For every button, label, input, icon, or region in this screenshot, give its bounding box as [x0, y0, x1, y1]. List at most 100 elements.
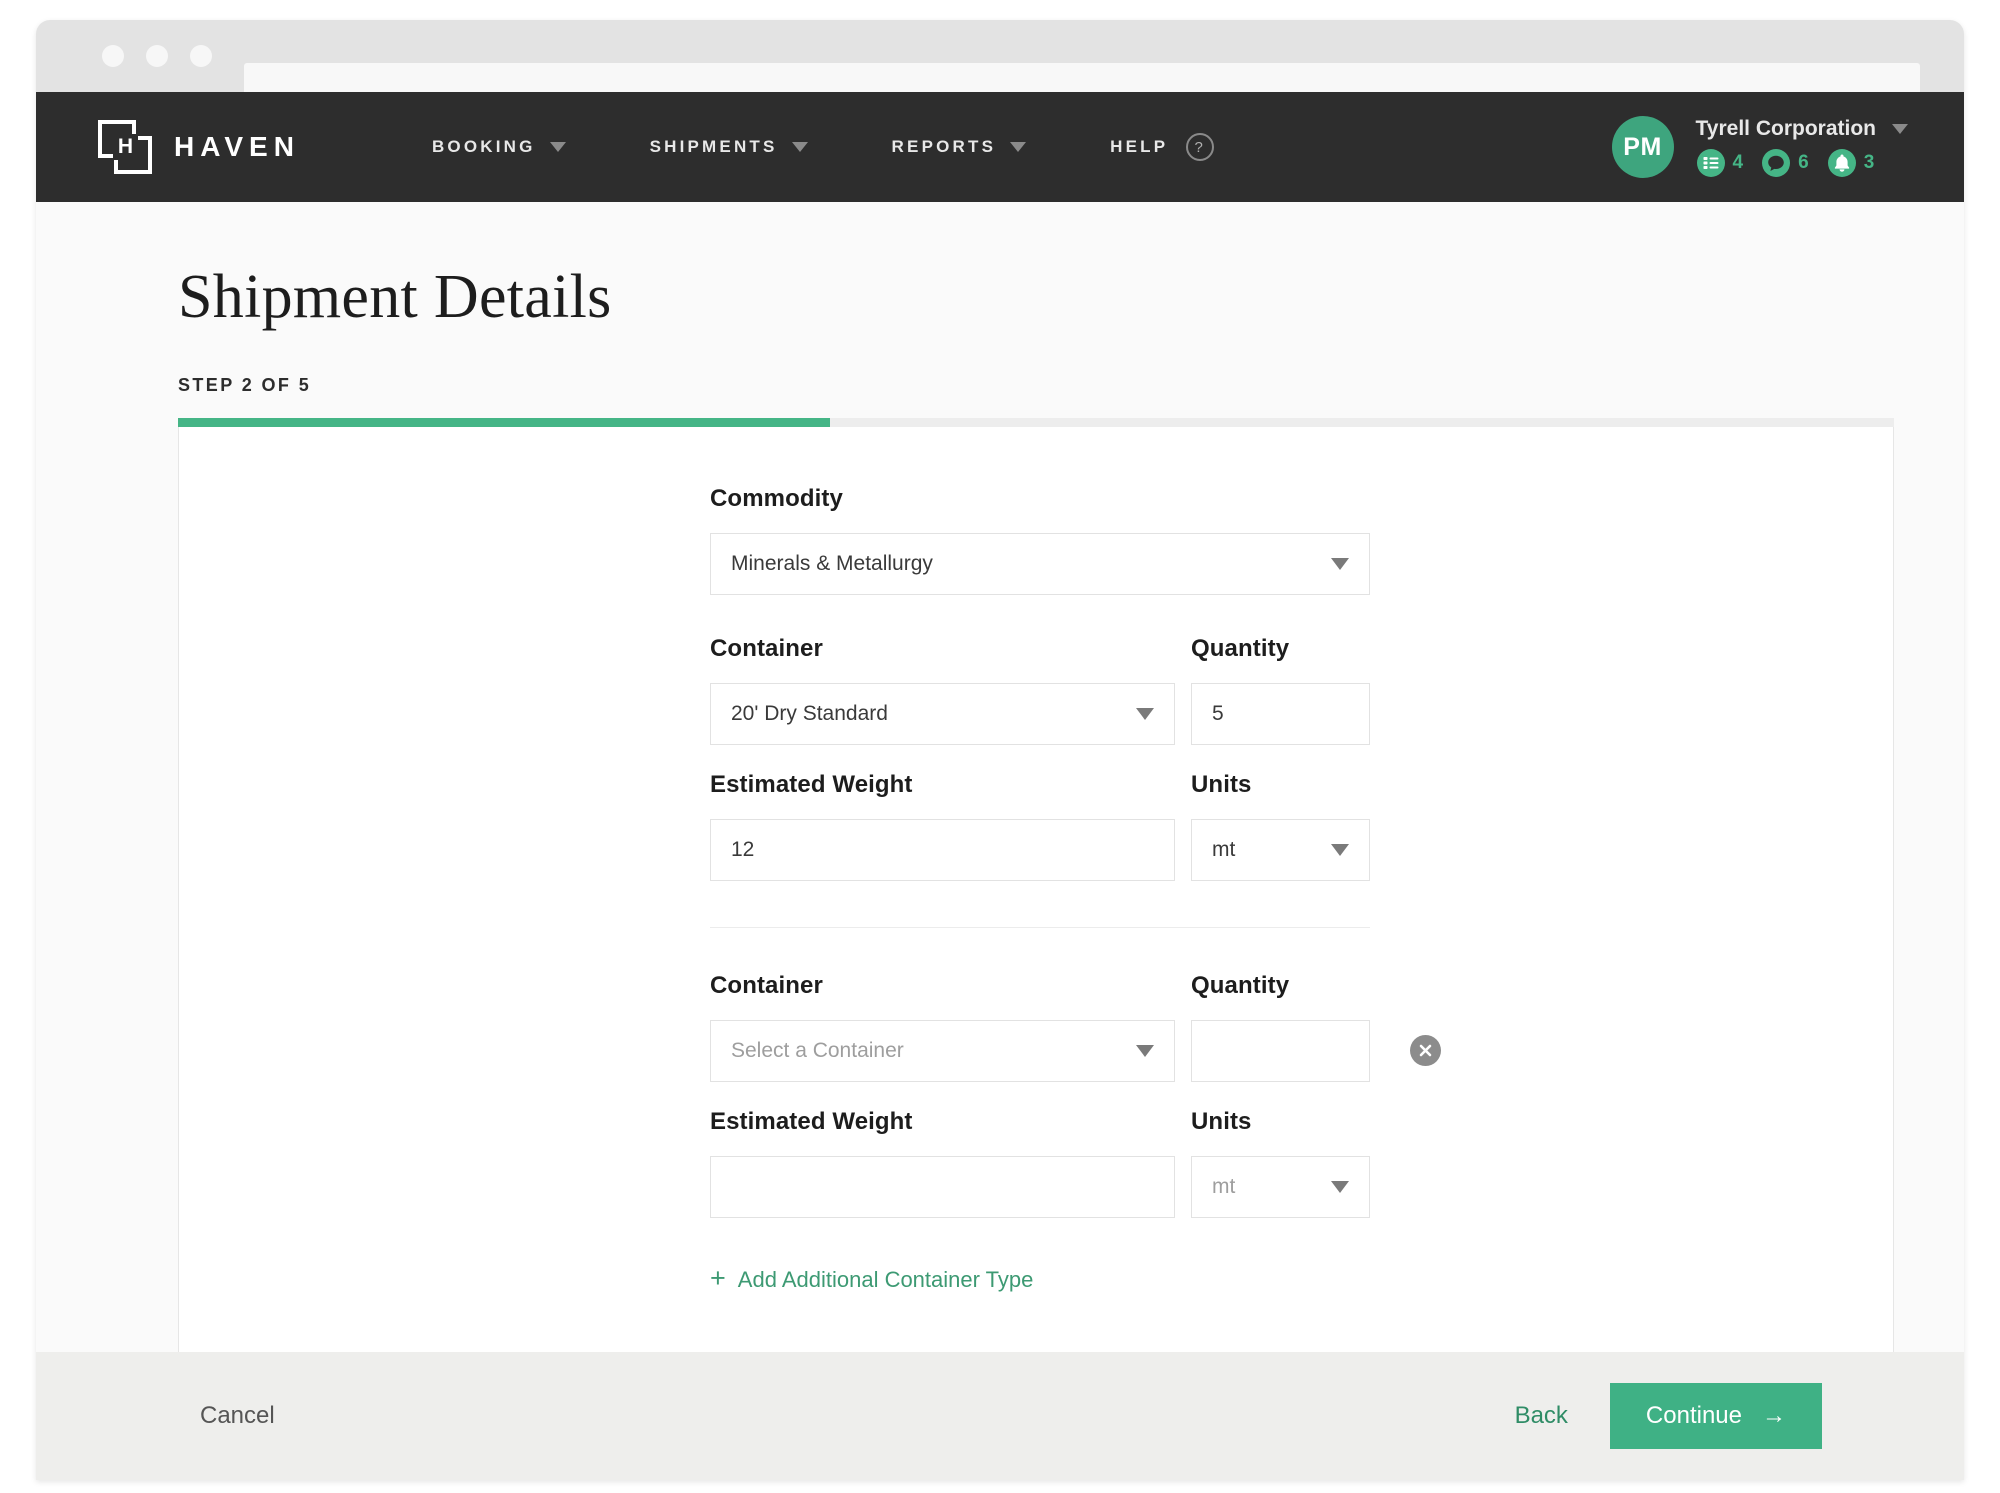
- add-container-type-link[interactable]: + Add Additional Container Type: [710, 1263, 1370, 1293]
- container-group-1: Container 20' Dry Standard Quantity 5 Es…: [710, 635, 1370, 881]
- units-select-1[interactable]: mt: [1191, 819, 1370, 881]
- nav-item-shipments-label: SHIPMENTS: [649, 137, 778, 156]
- back-button[interactable]: Back: [1515, 1402, 1568, 1430]
- nav-item-shipments[interactable]: SHIPMENTS: [608, 137, 850, 157]
- window-controls: [102, 45, 212, 67]
- cancel-button[interactable]: Cancel: [200, 1402, 275, 1430]
- field-units-2: Units mt: [1191, 1108, 1370, 1218]
- container-label-2: Container: [710, 972, 823, 999]
- chevron-down-icon: [1331, 844, 1349, 856]
- bell-icon: [1827, 148, 1856, 177]
- weight-value-1: 12: [731, 838, 755, 861]
- field-units-1: Units mt: [1191, 771, 1370, 881]
- container-label-1: Container: [710, 635, 823, 662]
- units-value-1: mt: [1212, 838, 1236, 861]
- container-value-1: 20' Dry Standard: [731, 702, 888, 725]
- quantity-label-1: Quantity: [1191, 635, 1290, 662]
- nav-item-help[interactable]: HELP ?: [1068, 133, 1256, 161]
- brand-logo[interactable]: H HAVEN: [98, 120, 300, 174]
- commodity-select[interactable]: Minerals & Metallurgy: [710, 533, 1370, 595]
- quantity-input-2[interactable]: [1191, 1020, 1370, 1082]
- chevron-down-icon: [1136, 1045, 1154, 1057]
- commodity-label: Commodity: [710, 485, 843, 512]
- question-mark-icon: ?: [1186, 133, 1215, 161]
- badge-messages[interactable]: 6: [1761, 148, 1809, 178]
- continue-button-label: Continue: [1645, 1402, 1742, 1429]
- page-title: Shipment Details: [178, 263, 612, 331]
- form-footer: Cancel Back Continue →: [36, 1352, 1964, 1480]
- field-commodity: Commodity Minerals & Metallurgy: [710, 485, 1370, 595]
- badge-alerts[interactable]: 3: [1827, 148, 1875, 178]
- progress-bar-fill: [178, 418, 831, 427]
- badge-messages-count: 6: [1798, 151, 1809, 173]
- weight-units-row-1: Estimated Weight 12 Units mt: [710, 771, 1370, 881]
- haven-logo-icon: H: [98, 120, 152, 174]
- nav-item-booking[interactable]: BOOKING: [390, 137, 608, 157]
- maximize-window-dot[interactable]: [190, 45, 212, 67]
- brand-name: HAVEN: [174, 131, 300, 162]
- avatar[interactable]: PM: [1611, 116, 1674, 178]
- field-weight-1: Estimated Weight 12: [710, 771, 1175, 881]
- weight-label-2: Estimated Weight: [710, 1108, 913, 1135]
- container-quantity-row-2: Container Select a Container Quantity: [710, 972, 1441, 1082]
- nav-item-booking-label: BOOKING: [431, 137, 536, 156]
- plus-icon: +: [710, 1263, 726, 1293]
- arrow-right-icon: →: [1762, 1402, 1786, 1429]
- chevron-down-icon: [1331, 1181, 1349, 1193]
- continue-button[interactable]: Continue →: [1609, 1383, 1822, 1449]
- list-icon: [1696, 148, 1725, 177]
- badge-alerts-count: 3: [1863, 151, 1875, 173]
- field-container-2: Container Select a Container: [710, 972, 1175, 1082]
- browser-window: H HAVEN BOOKING SHIPMENTS REPORTS HELP ?: [36, 20, 1964, 1480]
- units-label-2: Units: [1191, 1108, 1252, 1135]
- units-value-2: mt: [1212, 1175, 1236, 1198]
- quantity-input-1[interactable]: 5: [1191, 683, 1370, 745]
- container-select-2[interactable]: Select a Container: [710, 1020, 1175, 1082]
- chevron-down-icon: [1331, 558, 1349, 570]
- page-body: Shipment Details STEP 2 OF 5 Commodity M…: [36, 202, 1964, 1480]
- chevron-down-icon: [549, 142, 566, 152]
- add-container-type-label: Add Additional Container Type: [737, 1266, 1034, 1292]
- step-indicator: STEP 2 OF 5: [178, 375, 312, 395]
- close-icon: [1419, 1044, 1432, 1057]
- chevron-down-icon: [791, 142, 808, 152]
- top-navigation: H HAVEN BOOKING SHIPMENTS REPORTS HELP ?: [36, 92, 1964, 202]
- weight-label-1: Estimated Weight: [710, 771, 913, 798]
- field-quantity-1: Quantity 5: [1191, 635, 1370, 745]
- container-group-2: Container Select a Container Quantity Es…: [710, 972, 1441, 1218]
- progress-bar: [178, 418, 1894, 427]
- units-select-2[interactable]: mt: [1191, 1156, 1370, 1218]
- close-window-dot[interactable]: [102, 45, 124, 67]
- remove-container-button-2[interactable]: [1410, 1035, 1441, 1066]
- badge-tasks-count: 4: [1732, 151, 1744, 173]
- org-name: Tyrell Corporation: [1695, 116, 1876, 140]
- account-details: Tyrell Corporation 4 6 3: [1696, 117, 1908, 178]
- minimize-window-dot[interactable]: [146, 45, 168, 67]
- chevron-down-icon: [1892, 123, 1908, 134]
- container-select-1[interactable]: 20' Dry Standard: [710, 683, 1175, 745]
- container-quantity-row-1: Container 20' Dry Standard Quantity 5: [710, 635, 1370, 745]
- footer-actions: Back Continue →: [1515, 1383, 1822, 1449]
- nav-item-help-label: HELP: [1110, 137, 1169, 156]
- weight-input-2[interactable]: [710, 1156, 1175, 1218]
- chevron-down-icon: [1010, 142, 1027, 152]
- form-card: Commodity Minerals & Metallurgy Containe…: [178, 427, 1894, 1365]
- quantity-label-2: Quantity: [1191, 972, 1290, 999]
- field-container-1: Container 20' Dry Standard: [710, 635, 1175, 745]
- org-selector[interactable]: Tyrell Corporation: [1696, 117, 1908, 141]
- browser-titlebar: [36, 20, 1964, 100]
- page-content: Shipment Details STEP 2 OF 5 Commodity M…: [36, 202, 1964, 1365]
- nav-item-reports[interactable]: REPORTS: [850, 137, 1069, 157]
- commodity-value: Minerals & Metallurgy: [731, 552, 933, 575]
- chat-icon: [1762, 148, 1791, 177]
- field-quantity-2: Quantity: [1191, 972, 1370, 1082]
- weight-units-row-2: Estimated Weight Units mt: [710, 1108, 1370, 1218]
- badge-tasks[interactable]: 4: [1696, 148, 1744, 178]
- notification-badges: 4 6 3: [1696, 148, 1908, 178]
- container-value-2: Select a Container: [731, 1039, 904, 1062]
- nav-links: BOOKING SHIPMENTS REPORTS HELP ?: [390, 133, 1256, 161]
- units-label-1: Units: [1191, 771, 1252, 798]
- weight-input-1[interactable]: 12: [710, 819, 1175, 881]
- field-weight-2: Estimated Weight: [710, 1108, 1175, 1218]
- group-divider: [710, 927, 1370, 928]
